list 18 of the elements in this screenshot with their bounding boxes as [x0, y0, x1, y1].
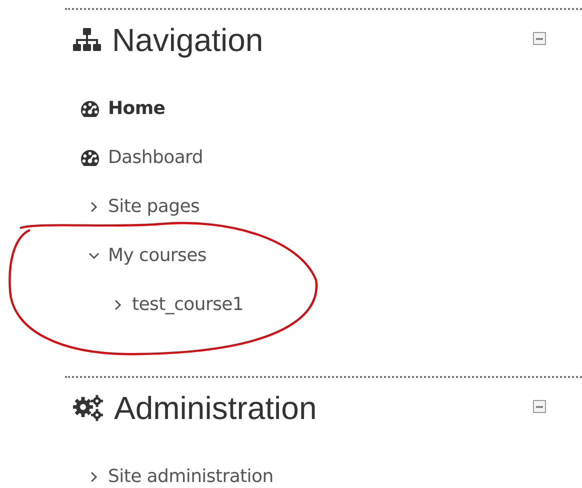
nav-link[interactable]: Site pages — [108, 196, 200, 217]
chevron-down-icon — [88, 252, 100, 260]
nav-link[interactable]: Dashboard — [108, 147, 203, 168]
dashboard-icon — [80, 100, 100, 118]
sitemap-icon — [72, 27, 102, 53]
chevron-right-icon — [114, 298, 122, 310]
chevron-right-icon — [90, 200, 98, 212]
minimize-icon[interactable] — [533, 32, 546, 45]
gears-icon — [72, 394, 104, 422]
nav-link[interactable]: My courses — [108, 245, 206, 266]
block-title: Administration — [114, 390, 317, 426]
minimize-icon[interactable] — [533, 400, 546, 413]
dashboard-icon — [80, 148, 100, 166]
nav-link[interactable]: Home — [108, 98, 166, 119]
nav-link[interactable]: test_course1 — [132, 294, 244, 315]
nav-link[interactable]: Site administration — [108, 466, 274, 487]
chevron-right-icon — [90, 470, 98, 482]
block-title: Navigation — [112, 22, 264, 58]
